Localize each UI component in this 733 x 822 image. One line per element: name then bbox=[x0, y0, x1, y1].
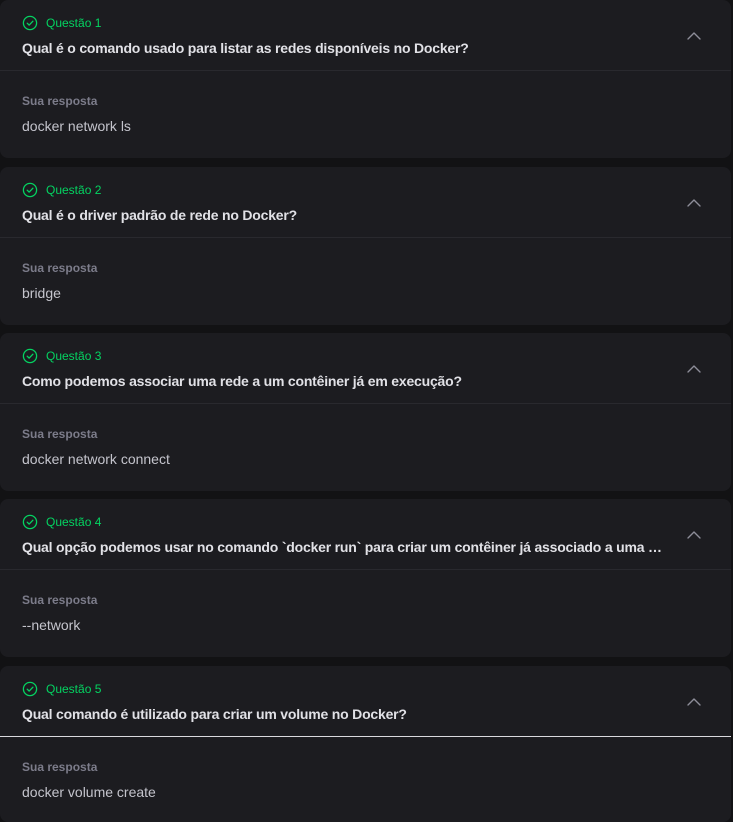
question-header[interactable]: Questão 1 Qual é o comando usado para li… bbox=[0, 0, 731, 70]
question-number: Questão 3 bbox=[46, 349, 102, 363]
check-circle-icon bbox=[22, 15, 38, 31]
question-card: Questão 3 Como podemos associar uma rede… bbox=[0, 333, 731, 491]
answer-section: Sua resposta docker network ls bbox=[0, 71, 731, 158]
answer-section: Sua resposta docker volume create bbox=[0, 737, 731, 822]
chevron-up-icon[interactable] bbox=[685, 693, 703, 711]
answer-value: docker volume create bbox=[22, 784, 156, 800]
answer-label: Sua resposta bbox=[22, 593, 98, 607]
question-status: Questão 3 bbox=[22, 347, 101, 365]
question-header[interactable]: Questão 5 Qual comando é utilizado para … bbox=[0, 666, 731, 736]
question-status: Questão 2 bbox=[22, 181, 101, 199]
answer-section: Sua resposta bridge bbox=[0, 238, 731, 325]
question-number: Questão 2 bbox=[46, 183, 102, 197]
question-status: Questão 5 bbox=[22, 680, 101, 698]
chevron-up-icon[interactable] bbox=[685, 526, 703, 544]
answer-label: Sua resposta bbox=[22, 760, 98, 774]
question-card: Questão 1 Qual é o comando usado para li… bbox=[0, 0, 731, 158]
question-card: Questão 5 Qual comando é utilizado para … bbox=[0, 666, 731, 822]
question-title: Como podemos associar uma rede a um cont… bbox=[22, 373, 462, 389]
answer-value: bridge bbox=[22, 285, 61, 301]
question-title: Qual comando é utilizado para criar um v… bbox=[22, 706, 407, 722]
question-title: Qual opção podemos usar no comando `dock… bbox=[22, 539, 662, 555]
chevron-up-icon[interactable] bbox=[685, 194, 703, 212]
answer-value: docker network ls bbox=[22, 118, 131, 134]
question-list: Questão 1 Qual é o comando usado para li… bbox=[0, 0, 733, 822]
question-header[interactable]: Questão 2 Qual é o driver padrão de rede… bbox=[0, 167, 731, 237]
answer-value: docker network connect bbox=[22, 451, 170, 467]
answer-section: Sua resposta docker network connect bbox=[0, 404, 731, 491]
question-number: Questão 4 bbox=[46, 515, 102, 529]
chevron-up-icon[interactable] bbox=[685, 27, 703, 45]
question-status: Questão 1 bbox=[22, 14, 101, 32]
question-header[interactable]: Questão 3 Como podemos associar uma rede… bbox=[0, 333, 731, 403]
question-number: Questão 1 bbox=[46, 16, 102, 30]
question-title: Qual é o driver padrão de rede no Docker… bbox=[22, 207, 297, 223]
question-number: Questão 5 bbox=[46, 682, 102, 696]
question-card: Questão 4 Qual opção podemos usar no com… bbox=[0, 499, 731, 657]
question-title: Qual é o comando usado para listar as re… bbox=[22, 40, 469, 56]
chevron-up-icon[interactable] bbox=[685, 360, 703, 378]
question-status: Questão 4 bbox=[22, 513, 101, 531]
answer-label: Sua resposta bbox=[22, 427, 98, 441]
check-circle-icon bbox=[22, 514, 38, 530]
answer-section: Sua resposta --network bbox=[0, 570, 731, 657]
answer-value: --network bbox=[22, 617, 81, 633]
question-card: Questão 2 Qual é o driver padrão de rede… bbox=[0, 167, 731, 325]
answer-label: Sua resposta bbox=[22, 94, 98, 108]
check-circle-icon bbox=[22, 681, 38, 697]
check-circle-icon bbox=[22, 348, 38, 364]
answer-label: Sua resposta bbox=[22, 261, 98, 275]
check-circle-icon bbox=[22, 182, 38, 198]
question-header[interactable]: Questão 4 Qual opção podemos usar no com… bbox=[0, 499, 731, 569]
